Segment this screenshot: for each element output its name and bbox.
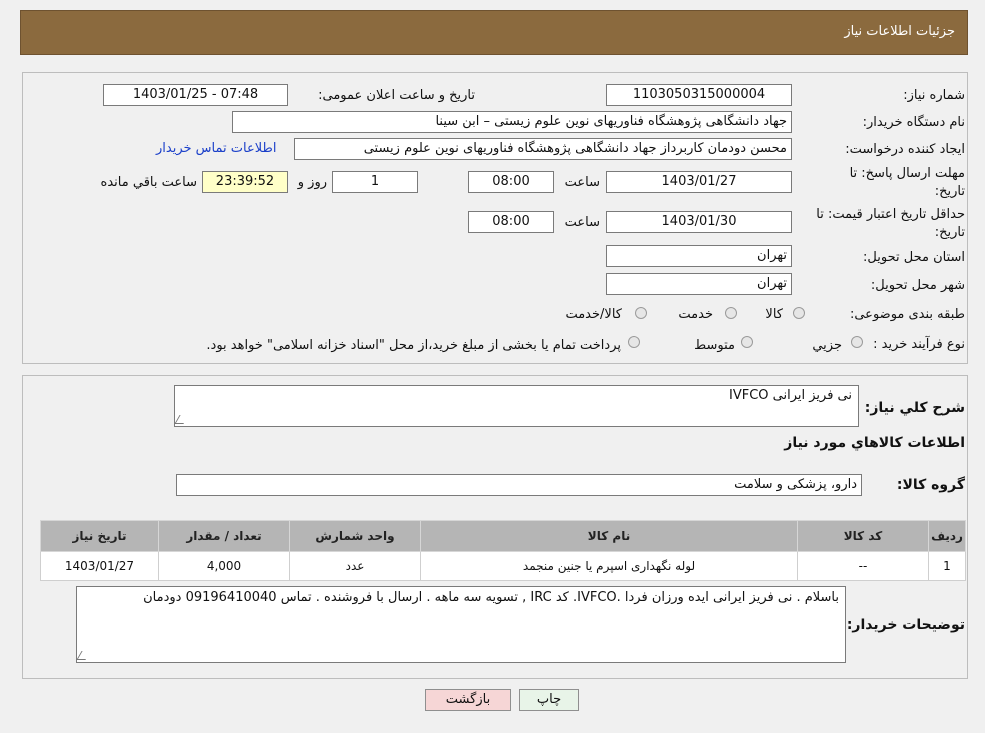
days-label: روز و <box>297 175 327 190</box>
category-option-goods: کالا <box>765 307 783 322</box>
process-option-medium: متوسط <box>694 338 735 353</box>
buyer-notes-label: توضیحات خریدار: <box>846 617 965 633</box>
category-radio-goods-service[interactable] <box>635 307 647 319</box>
category-option-service: خدمت <box>678 307 713 322</box>
need-number-field: 1103050315000004 <box>606 84 792 106</box>
reply-date-field: 1403/01/27 <box>606 171 792 193</box>
price-time-label: ساعت <box>564 215 600 230</box>
city-label: شهر محل تحویل: <box>870 278 965 293</box>
price-date-field: 1403/01/30 <box>606 211 792 233</box>
province-label: استان محل تحویل: <box>863 250 965 265</box>
goods-group-field: دارو، پزشکی و سلامت <box>176 474 862 496</box>
goods-info-title: اطلاعات کالاهاي مورد نياز <box>784 435 965 451</box>
creator-label: ایجاد کننده درخواست: <box>845 142 965 157</box>
process-option-minor: جزیي <box>812 338 842 353</box>
category-radio-goods[interactable] <box>793 307 805 319</box>
page-title: جزئیات اطلاعات نیاز <box>844 24 955 39</box>
process-radio-minor[interactable] <box>851 336 863 348</box>
reply-time-label: ساعت <box>564 175 600 190</box>
reply-time-field: 08:00 <box>468 171 554 193</box>
city-field: تهران <box>606 273 792 295</box>
process-radio-medium[interactable] <box>741 336 753 348</box>
cell-quantity: 4,000 <box>158 551 290 581</box>
cell-unit: عدد <box>289 551 421 581</box>
reply-deadline-label-2: تاریخ: <box>934 184 965 199</box>
days-field: 1 <box>332 171 418 193</box>
buyer-org-field: جهاد دانشگاهی پژوهشگاه فناوریهای نوین عل… <box>232 111 792 133</box>
resize-grip-icon <box>174 415 189 424</box>
process-treasury-checkbox[interactable] <box>628 336 640 348</box>
col-row-number: رديف <box>928 520 966 552</box>
price-validity-label-2: تاریخ: <box>934 225 965 240</box>
province-field: تهران <box>606 245 792 267</box>
reply-deadline-label: مهلت ارسال پاسخ: تا <box>849 166 965 181</box>
goods-table-header: رديف کد کالا نام کالا واحد شمارش تعداد /… <box>40 520 966 552</box>
remaining-label: ساعت باقي مانده <box>100 175 197 190</box>
creator-field: محسن دودمان کاربرداز جهاد دانشگاهی پژوهش… <box>294 138 792 160</box>
price-validity-label: حداقل تاریخ اعتبار قیمت: تا <box>816 207 965 222</box>
col-goods-code: کد کالا <box>797 520 929 552</box>
announce-label: تاریخ و ساعت اعلان عمومی: <box>318 88 475 103</box>
cell-need-date: 1403/01/27 <box>40 551 159 581</box>
col-quantity: تعداد / مقدار <box>158 520 290 552</box>
col-unit: واحد شمارش <box>289 520 421 552</box>
category-radio-service[interactable] <box>725 307 737 319</box>
category-option-goods-service: کالا/خدمت <box>565 307 622 322</box>
process-label: نوع فرآیند خرید : <box>873 337 965 352</box>
buyer-notes-textarea: باسلام . نی فریز ایرانی ایده ورزان فردا … <box>76 586 846 663</box>
page-header: جزئیات اطلاعات نیاز <box>20 10 968 55</box>
goods-table: رديف کد کالا نام کالا واحد شمارش تعداد /… <box>40 520 966 581</box>
price-time-field: 08:00 <box>468 211 554 233</box>
back-button[interactable]: بازگشت <box>425 689 511 711</box>
summary-text: نی فریز ایرانی IVFCO <box>728 388 852 403</box>
goods-group-label: گروه کالا: <box>896 477 965 493</box>
buyer-notes-text: باسلام . نی فریز ایرانی ایده ورزان فردا … <box>143 590 839 605</box>
announce-field: 1403/01/25 - 07:48 <box>103 84 288 106</box>
col-goods-name: نام کالا <box>420 520 798 552</box>
buyer-org-label: نام دستگاه خریدار: <box>862 115 965 130</box>
table-row: 1 -- لوله نگهداری اسپرم یا جنین منجمد عد… <box>40 551 966 581</box>
print-button[interactable]: چاپ <box>519 689 579 711</box>
cell-goods-code: -- <box>797 551 929 581</box>
remaining-time-field: 23:39:52 <box>202 171 288 193</box>
col-need-date: تاریخ نیاز <box>40 520 159 552</box>
category-label: طبقه بندی موضوعی: <box>849 307 965 322</box>
resize-grip-icon <box>76 651 91 660</box>
cell-row-number: 1 <box>928 551 966 581</box>
buyer-contact-link[interactable]: اطلاعات تماس خریدار <box>156 141 276 156</box>
need-number-label: شماره نیاز: <box>903 88 965 103</box>
cell-goods-name: لوله نگهداری اسپرم یا جنین منجمد <box>420 551 798 581</box>
process-treasury-note: پرداخت تمام یا بخشی از مبلغ خرید،از محل … <box>206 338 621 353</box>
summary-label: شرح کلي نياز: <box>864 400 965 416</box>
summary-textarea: نی فریز ایرانی IVFCO <box>174 385 859 427</box>
